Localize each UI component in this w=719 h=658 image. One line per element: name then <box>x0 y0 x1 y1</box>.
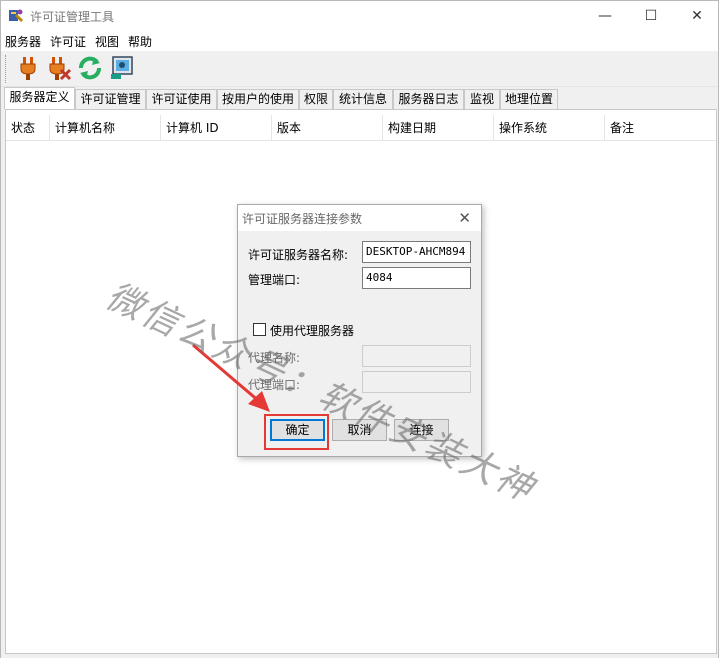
column-notes[interactable]: 备注 <box>605 115 716 141</box>
use-proxy-checkbox[interactable] <box>253 323 266 336</box>
server-name-label: 许可证服务器名称: <box>248 248 349 262</box>
connect-button[interactable]: 连接 <box>394 419 449 441</box>
tab-monitor[interactable]: 监视 <box>464 89 500 109</box>
column-build-date[interactable]: 构建日期 <box>383 115 494 141</box>
app-icon <box>8 8 24 24</box>
dialog-title: 许可证服务器连接参数 <box>242 212 363 226</box>
tab-license-usage[interactable]: 许可证使用 <box>146 89 217 109</box>
maximize-button[interactable]: ☐ <box>628 1 674 31</box>
column-os[interactable]: 操作系统 <box>494 115 605 141</box>
settings-monitor-icon[interactable] <box>109 55 135 81</box>
proxy-port-field[interactable] <box>362 371 471 393</box>
menu-license[interactable]: 许可证 <box>50 33 86 50</box>
list-header: 状态 计算机名称 计算机 ID 版本 构建日期 操作系统 备注 <box>6 115 716 141</box>
status-bar <box>1 654 718 658</box>
plug-disconnect-icon[interactable] <box>46 55 72 81</box>
column-version[interactable]: 版本 <box>272 115 383 141</box>
tab-geo-location[interactable]: 地理位置 <box>500 89 558 109</box>
window-title: 许可证管理工具 <box>30 10 115 24</box>
tab-server-definition[interactable]: 服务器定义 <box>4 87 75 109</box>
close-button[interactable]: ✕ <box>674 1 719 31</box>
port-field[interactable]: 4084 <box>362 267 471 289</box>
port-label: 管理端口: <box>248 273 301 287</box>
tab-permissions[interactable]: 权限 <box>299 89 333 109</box>
title-bar: 许可证管理工具 — ☐ ✕ <box>1 1 718 31</box>
tab-strip: 服务器定义 许可证管理 许可证使用 按用户的使用 权限 统计信息 服务器日志 监… <box>1 87 718 109</box>
tab-server-log[interactable]: 服务器日志 <box>393 89 464 109</box>
menu-help[interactable]: 帮助 <box>128 33 152 50</box>
cancel-button[interactable]: 取消 <box>332 419 387 441</box>
dialog-title-bar: 许可证服务器连接参数 ✕ <box>238 205 481 231</box>
plug-connect-icon[interactable] <box>15 55 41 81</box>
proxy-name-field[interactable] <box>362 345 471 367</box>
minimize-button[interactable]: — <box>582 1 628 31</box>
tab-license-management[interactable]: 许可证管理 <box>75 89 146 109</box>
proxy-name-label: 代理名称: <box>248 351 301 365</box>
tab-statistics[interactable]: 统计信息 <box>333 89 393 109</box>
refresh-icon[interactable] <box>77 55 103 81</box>
tab-usage-by-user[interactable]: 按用户的使用 <box>217 89 299 109</box>
toolbar <box>1 51 718 87</box>
menu-server[interactable]: 服务器 <box>5 33 41 50</box>
column-computer-name[interactable]: 计算机名称 <box>50 115 161 141</box>
menu-view[interactable]: 视图 <box>95 33 119 50</box>
column-computer-id[interactable]: 计算机 ID <box>161 115 272 141</box>
menu-bar: 服务器 许可证 视图 帮助 <box>1 31 718 51</box>
ok-button-highlight <box>264 414 329 450</box>
dialog-close-icon[interactable]: ✕ <box>458 209 471 227</box>
column-status[interactable]: 状态 <box>6 115 50 141</box>
toolbar-grip <box>5 55 8 83</box>
server-name-field[interactable]: DESKTOP-AHCM894 <box>362 241 471 263</box>
use-proxy-label: 使用代理服务器 <box>270 324 355 338</box>
proxy-port-label: 代理端口: <box>248 378 301 392</box>
